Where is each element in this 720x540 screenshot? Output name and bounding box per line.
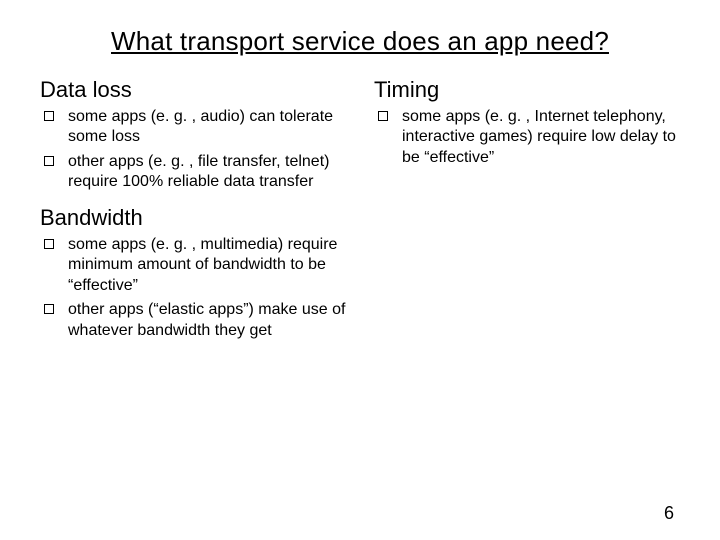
columns: Data loss some apps (e. g. , audio) can … — [40, 75, 680, 353]
bullet-list: some apps (e. g. , multimedia) require m… — [40, 235, 346, 341]
list-item: other apps (e. g. , file transfer, telne… — [62, 152, 346, 193]
list-item-text: some apps (e. g. , audio) can tolerate s… — [68, 108, 333, 145]
left-column: Data loss some apps (e. g. , audio) can … — [40, 75, 346, 353]
list-item-text: other apps (e. g. , file transfer, telne… — [68, 153, 329, 190]
list-item-text: some apps (e. g. , Internet telephony, i… — [402, 108, 676, 166]
list-item: other apps (“elastic apps”) make use of … — [62, 300, 346, 341]
right-column: Timing some apps (e. g. , Internet telep… — [374, 75, 680, 353]
list-item: some apps (e. g. , Internet telephony, i… — [396, 107, 680, 168]
slide: What transport service does an app need?… — [0, 0, 720, 540]
bullet-list: some apps (e. g. , Internet telephony, i… — [374, 107, 680, 168]
section-heading-bandwidth: Bandwidth — [40, 205, 346, 231]
section-heading-timing: Timing — [374, 77, 680, 103]
slide-title: What transport service does an app need? — [40, 26, 680, 57]
bullet-list: some apps (e. g. , audio) can tolerate s… — [40, 107, 346, 193]
section-heading-data-loss: Data loss — [40, 77, 346, 103]
list-item: some apps (e. g. , audio) can tolerate s… — [62, 107, 346, 148]
list-item: some apps (e. g. , multimedia) require m… — [62, 235, 346, 296]
list-item-text: other apps (“elastic apps”) make use of … — [68, 301, 345, 338]
list-item-text: some apps (e. g. , multimedia) require m… — [68, 236, 337, 294]
page-number: 6 — [664, 503, 674, 524]
